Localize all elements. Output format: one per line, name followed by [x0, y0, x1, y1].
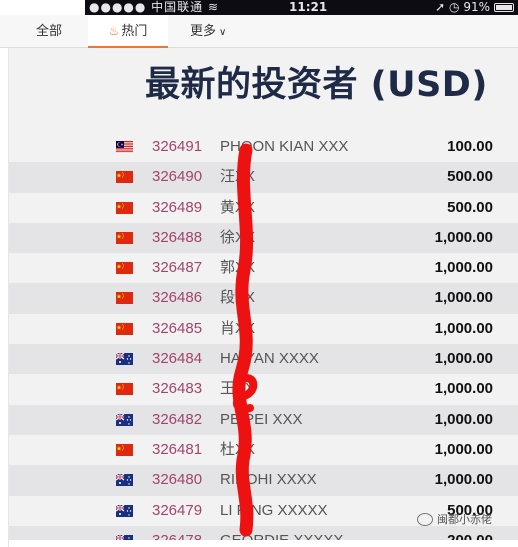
- investor-name: 肖XX: [220, 319, 256, 337]
- investor-id: 326481: [152, 440, 203, 458]
- investment-amount: 100.00: [447, 138, 493, 155]
- investor-list[interactable]: 326491 PHOON KIAN XXX 100.00 326490 汪XX 500.0…: [9, 132, 518, 547]
- china-flag-icon: [116, 261, 133, 275]
- china-flag-icon: [116, 170, 133, 184]
- investor-id: 326485: [152, 319, 203, 337]
- investment-amount: 500.00: [447, 198, 493, 216]
- investment-amount: 1,000.00: [434, 380, 493, 398]
- investor-row[interactable]: 326483 王XX 1,000.00: [9, 374, 518, 405]
- investor-row[interactable]: 326490 汪XX 500.00: [9, 162, 518, 193]
- investment-amount: 1,000.00: [434, 228, 493, 246]
- status-bar: ●●●●● 中国联通 ≋ 11:21 ➚ ◷ 91%: [85, 0, 518, 15]
- investor-name: 徐XX: [220, 228, 256, 246]
- investor-name: 郭XX: [220, 259, 256, 277]
- investor-row[interactable]: 326481 杜XX 1,000.00: [9, 434, 518, 466]
- investment-amount: 1,000.00: [434, 289, 493, 307]
- investor-row[interactable]: 326486 段XX 1,000.00: [9, 283, 518, 314]
- investor-name: 黄XX: [220, 198, 256, 216]
- investor-id: 326483: [152, 380, 203, 398]
- tab-all[interactable]: 全部: [36, 15, 62, 48]
- china-flag-icon: [116, 382, 133, 396]
- investor-id: 326484: [152, 350, 203, 368]
- malaysia-flag-icon: [116, 140, 133, 153]
- left-gutter: [0, 48, 9, 547]
- investor-row[interactable]: 326482 PEIPEI XXX 1,000.00: [9, 404, 518, 435]
- investor-id: 326479: [152, 501, 203, 519]
- investor-row[interactable]: 326485 肖XX 1,000.00: [9, 313, 518, 345]
- investor-name: RIDOHI XXXX: [220, 471, 317, 489]
- investor-row[interactable]: 326484 HAIYAN XXXX 1,000.00: [9, 344, 518, 375]
- china-flag-icon: [116, 201, 133, 214]
- china-flag-icon: [116, 322, 133, 335]
- watermark-text: 闽都小赤佬: [437, 513, 492, 526]
- china-flag-icon: [116, 291, 133, 305]
- investor-name: LI PING XXXXX: [220, 501, 328, 519]
- flame-icon: ♨: [108, 24, 120, 38]
- china-flag-icon: [116, 231, 133, 244]
- tab-more[interactable]: 更多 ∨: [190, 15, 226, 48]
- tab-more-label: 更多: [190, 24, 217, 39]
- investor-row[interactable]: 326489 黄XX 500.00: [9, 192, 518, 223]
- australia-flag-icon: [115, 504, 133, 517]
- battery-icon: [494, 3, 514, 12]
- investor-name: 杜XX: [220, 440, 256, 458]
- investment-amount: 1,000.00: [434, 440, 493, 458]
- investment-amount: 500.00: [447, 168, 493, 186]
- australia-flag-icon: [115, 413, 133, 426]
- investor-name: PHOON KIAN XXX: [220, 138, 349, 155]
- chevron-down-icon: ∨: [219, 27, 227, 38]
- investor-name: 段XX: [220, 289, 256, 307]
- tab-hot-label: 热门: [121, 24, 148, 39]
- investor-name: PEIPEI XXX: [220, 410, 303, 428]
- investor-id: 326487: [152, 259, 203, 277]
- investment-amount: 1,000.00: [434, 471, 493, 489]
- investor-id: 326490: [152, 168, 203, 186]
- wechat-logo-icon: [417, 512, 433, 526]
- tab-all-label: 全部: [36, 24, 63, 39]
- clock: 11:21: [289, 0, 328, 14]
- investor-row[interactable]: 326491 PHOON KIAN XXX 100.00: [9, 132, 518, 163]
- investor-id: 326482: [152, 410, 203, 428]
- investor-row[interactable]: 326487 郭XX 1,000.00: [9, 253, 518, 284]
- page-title: 最新的投资者 (USD): [145, 65, 488, 105]
- investor-row[interactable]: 326480 RIDOHI XXXX 1,000.00: [9, 465, 518, 496]
- investor-name: 汪XX: [220, 168, 256, 186]
- australia-flag-icon: [115, 352, 133, 366]
- investor-id: 326491: [152, 138, 203, 155]
- investment-amount: 1,000.00: [434, 410, 493, 428]
- investor-id: 326489: [152, 198, 203, 216]
- main-content[interactable]: 最新的投资者 (USD) 326491 PHOON KIAN XXX 100.00 3…: [9, 48, 518, 547]
- china-flag-icon: [116, 443, 133, 456]
- australia-flag-icon: [115, 473, 133, 487]
- battery-label: ➚ ◷ 91%: [435, 0, 490, 14]
- investor-id: 326480: [152, 471, 203, 489]
- carrier-label: ●●●●● 中国联通 ≋: [89, 0, 220, 14]
- investment-amount: 1,000.00: [434, 259, 493, 277]
- investment-amount: 1,000.00: [434, 319, 493, 337]
- bottom-strip: [9, 540, 518, 547]
- investment-amount: 1,000.00: [434, 350, 493, 368]
- investor-id: 326488: [152, 228, 203, 246]
- investor-name: 王XX: [220, 380, 256, 398]
- investor-name: HAIYAN XXXX: [220, 350, 319, 368]
- investor-row[interactable]: 326488 徐XX 1,000.00: [9, 222, 518, 254]
- watermark: 闽都小赤佬: [417, 511, 492, 527]
- investor-id: 326486: [152, 289, 203, 307]
- tab-hot[interactable]: ♨ 热门: [88, 15, 168, 48]
- tab-bar: 全部 ♨ 热门 更多 ∨: [0, 15, 518, 48]
